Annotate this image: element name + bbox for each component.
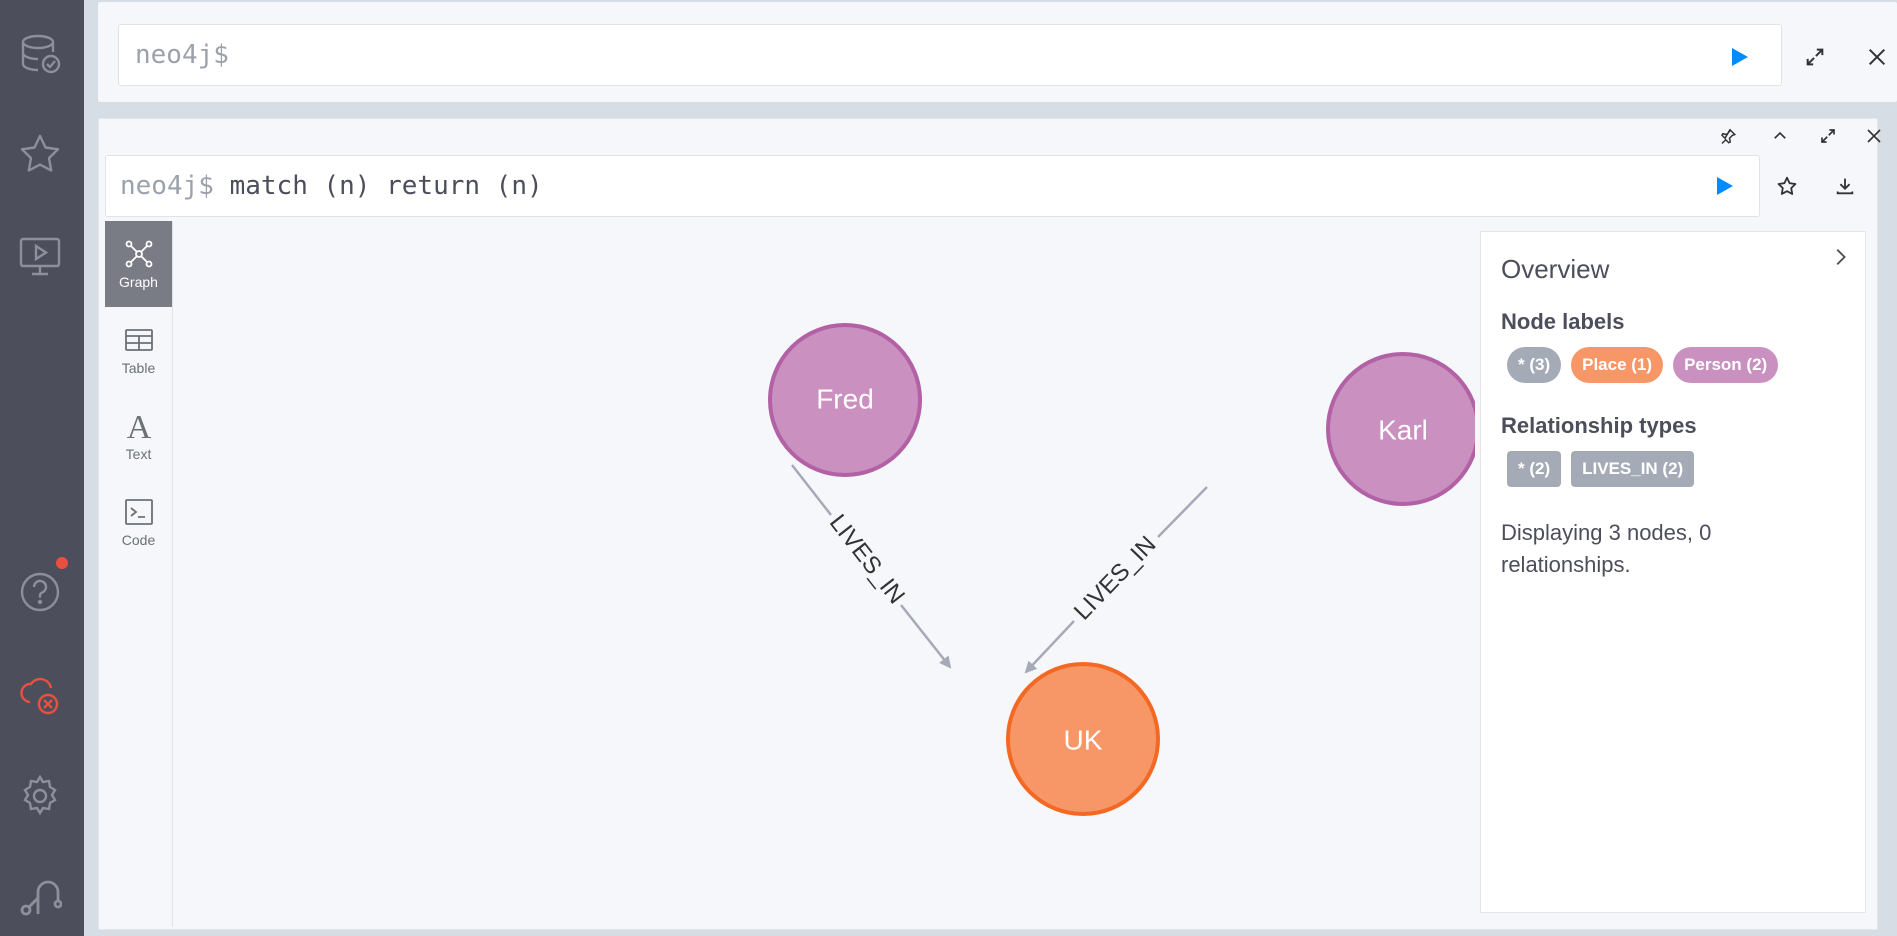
chevron-right-icon: [1836, 249, 1846, 265]
node-label-pill-place[interactable]: Place (1): [1571, 347, 1664, 383]
tab-code-label: Code: [121, 532, 156, 548]
pin-icon: [1721, 128, 1737, 145]
tab-graph[interactable]: Graph: [105, 221, 172, 307]
text-icon: A: [126, 410, 151, 442]
node-karl[interactable]: Karl: [1326, 352, 1480, 506]
tab-table[interactable]: Table: [105, 307, 172, 393]
relationship-karl-uk[interactable]: LIVES_IN: [1024, 486, 1208, 674]
view-tabs: Graph Table A Text Code: [105, 221, 173, 927]
svg-text:A: A: [126, 410, 151, 442]
fullscreen-button[interactable]: [1798, 40, 1832, 74]
notification-dot: [56, 557, 68, 569]
database-icon[interactable]: [16, 30, 64, 78]
graph-canvas[interactable]: LIVES_IN LIVES_IN Fred Karl UK: [175, 221, 1480, 927]
node-label: UK: [1064, 724, 1103, 755]
collapse-button[interactable]: [1763, 119, 1797, 153]
tab-table-label: Table: [121, 360, 156, 376]
frame-query[interactable]: neo4j$ match (n) return (n): [105, 155, 1760, 217]
graph-icon: [125, 240, 152, 268]
tab-text[interactable]: A Text: [105, 393, 172, 479]
table-icon: [124, 329, 153, 351]
query-text: match (n) return (n): [213, 171, 543, 201]
code-icon: [124, 499, 153, 525]
overview-panel: Overview Node labels * (3) Place (1) Per…: [1480, 231, 1866, 913]
editor-prompt: neo4j$: [135, 40, 229, 70]
close-icon: [1867, 129, 1881, 143]
close-editor-button[interactable]: [1860, 40, 1894, 74]
close-frame-button[interactable]: [1857, 119, 1891, 153]
node-labels-list: * (3) Place (1) Person (2): [1507, 347, 1845, 383]
relationship-types-heading: Relationship types: [1501, 413, 1697, 438]
star-icon: [1777, 176, 1797, 195]
favorite-button[interactable]: [1770, 169, 1804, 203]
result-frame: neo4j$ match (n) return (n) Graph Table …: [98, 118, 1881, 930]
editor-input[interactable]: neo4j$: [118, 24, 1782, 86]
relationship-fred-uk[interactable]: LIVES_IN: [791, 464, 952, 669]
about-icon[interactable]: [16, 874, 64, 922]
download-icon: [1836, 178, 1854, 195]
relationship-label: LIVES_IN: [824, 509, 910, 609]
favorites-icon[interactable]: [16, 130, 64, 178]
tab-text-label: Text: [125, 446, 152, 462]
close-icon: [1868, 48, 1886, 66]
overview-title: Overview: [1501, 254, 1610, 284]
frame-fullscreen-button[interactable]: [1811, 119, 1845, 153]
relationship-types-list: * (2) LIVES_IN (2): [1507, 451, 1845, 487]
tab-graph-label: Graph: [119, 274, 158, 290]
overview-summary: Displaying 3 nodes, 0 relationships.: [1501, 520, 1712, 577]
relationship-label: LIVES_IN: [1069, 531, 1162, 626]
node-label-pill-person[interactable]: Person (2): [1673, 347, 1779, 383]
tab-code[interactable]: Code: [105, 479, 172, 565]
node-uk[interactable]: UK: [1006, 662, 1160, 816]
run-button[interactable]: [1722, 40, 1756, 74]
node-label: Karl: [1378, 414, 1428, 445]
node-label: Fred: [816, 383, 874, 414]
chevron-up-icon: [1774, 131, 1786, 139]
rel-type-pill-lives-in[interactable]: LIVES_IN (2): [1571, 451, 1695, 487]
play-icon: [1717, 177, 1733, 195]
guides-icon[interactable]: [16, 232, 64, 280]
expand-icon: [1821, 129, 1835, 143]
connection-error-icon[interactable]: [16, 670, 64, 718]
expand-icon: [1806, 48, 1824, 66]
node-label-pill-all[interactable]: * (3): [1507, 347, 1562, 383]
pin-button[interactable]: [1711, 119, 1745, 153]
help-icon[interactable]: [16, 568, 64, 616]
frame-prompt: neo4j$: [120, 171, 214, 201]
node-fred[interactable]: Fred: [768, 323, 922, 477]
sidebar: [0, 0, 84, 936]
play-icon: [1732, 48, 1748, 66]
node-labels-heading: Node labels: [1501, 309, 1625, 334]
rel-type-pill-all[interactable]: * (2): [1507, 451, 1562, 487]
main-area: neo4j$ neo4j$ match (n) return (n) Graph…: [84, 0, 1897, 936]
editor-frame: neo4j$: [98, 2, 1897, 102]
download-button[interactable]: [1828, 169, 1862, 203]
settings-icon[interactable]: [16, 772, 64, 820]
collapse-overview-button[interactable]: [1829, 246, 1851, 273]
rerun-button[interactable]: [1707, 169, 1741, 203]
